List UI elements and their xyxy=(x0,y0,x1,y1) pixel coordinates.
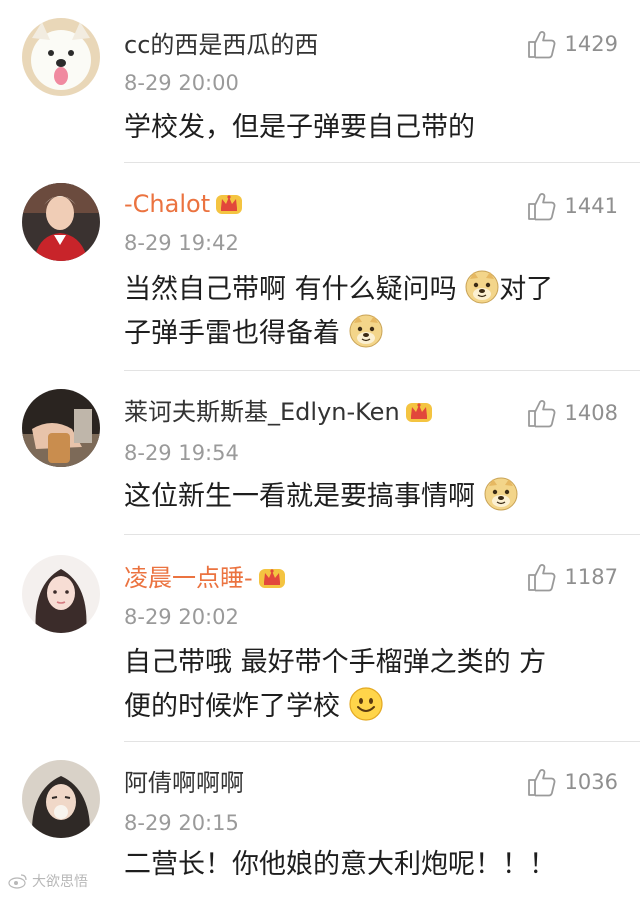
comment-text: 这位新生一看就是要搞事情啊 xyxy=(124,475,614,519)
username[interactable]: -Chalot xyxy=(124,189,244,219)
crown-icon xyxy=(404,398,434,424)
doge-emoji xyxy=(465,270,499,304)
comment-text-line: 当然自己带啊 有什么疑问吗 对了 xyxy=(124,268,614,312)
divider xyxy=(124,370,640,371)
avatar[interactable] xyxy=(22,760,100,838)
watermark: 大欲思悟 xyxy=(8,871,88,891)
thumbs-up-icon[interactable] xyxy=(525,766,557,798)
username-text[interactable]: 阿倩啊啊啊 xyxy=(124,769,244,797)
divider xyxy=(124,534,640,535)
username[interactable]: 阿倩啊啊啊 xyxy=(124,768,244,798)
comment-text: 二营长！你他娘的意大利炮呢！！！ xyxy=(124,843,614,887)
username-text[interactable]: -Chalot xyxy=(124,190,210,218)
username[interactable]: 莱诃夫斯斯基_Edlyn-Ken xyxy=(124,397,434,427)
comment-text-line: 自己带哦 最好带个手榴弹之类的 方 xyxy=(124,647,547,678)
comment-text-fragment: 便的时候炸了学校 xyxy=(124,691,340,722)
thumbs-up-icon[interactable] xyxy=(525,397,557,429)
like-button[interactable]: 1429 xyxy=(525,28,618,60)
like-count: 1187 xyxy=(564,565,618,589)
divider xyxy=(124,741,640,742)
comment-text-line: 这位新生一看就是要搞事情啊 xyxy=(124,481,475,512)
crown-icon xyxy=(257,564,287,590)
like-button[interactable]: 1036 xyxy=(525,766,618,798)
comment-text-line: 学校发，但是子弹要自己带的 xyxy=(124,112,475,143)
avatar[interactable] xyxy=(22,183,100,261)
comment-text-line: 便的时候炸了学校 xyxy=(124,685,614,729)
thumbs-up-icon[interactable] xyxy=(525,190,557,222)
timestamp: 8-29 20:00 xyxy=(124,71,239,95)
timestamp: 8-29 19:54 xyxy=(124,441,239,465)
thumbs-up-icon[interactable] xyxy=(525,561,557,593)
doge-emoji xyxy=(349,314,383,348)
username[interactable]: 凌晨一点睡- xyxy=(124,563,287,593)
timestamp: 8-29 20:15 xyxy=(124,811,239,835)
comment-text-fragment: 当然自己带啊 有什么疑问吗 xyxy=(124,274,457,305)
like-button[interactable]: 1187 xyxy=(525,561,618,593)
crown-icon xyxy=(214,190,244,216)
comment-text-fragment: 对了 xyxy=(499,274,554,305)
comment-text: 当然自己带啊 有什么疑问吗 对了 子弹手雷也得备着 xyxy=(124,268,614,356)
comment-text-fragment: 子弹手雷也得备着 xyxy=(124,318,340,349)
like-count: 1429 xyxy=(564,32,618,56)
divider xyxy=(124,162,640,163)
comment-text: 自己带哦 最好带个手榴弹之类的 方 便的时候炸了学校 xyxy=(124,641,614,729)
like-button[interactable]: 1441 xyxy=(525,190,618,222)
comment-text: 学校发，但是子弹要自己带的 xyxy=(124,106,614,150)
username-text[interactable]: 凌晨一点睡- xyxy=(124,564,253,592)
username[interactable]: cc的西是西瓜的西 xyxy=(124,30,318,60)
thumbs-up-icon[interactable] xyxy=(525,28,557,60)
doge-emoji xyxy=(484,477,518,511)
weibo-logo-icon xyxy=(8,874,27,889)
comment-text-line: 二营长！你他娘的意大利炮呢！！！ xyxy=(124,849,556,880)
like-button[interactable]: 1408 xyxy=(525,397,618,429)
like-count: 1036 xyxy=(564,770,618,794)
avatar[interactable] xyxy=(22,18,100,96)
username-text[interactable]: cc的西是西瓜的西 xyxy=(124,31,318,59)
watermark-text: 大欲思悟 xyxy=(32,874,88,890)
username-text[interactable]: 莱诃夫斯斯基_Edlyn-Ken xyxy=(124,398,400,426)
timestamp: 8-29 19:42 xyxy=(124,231,239,255)
smile-emoji xyxy=(349,687,383,721)
avatar[interactable] xyxy=(22,389,100,467)
like-count: 1408 xyxy=(564,401,618,425)
timestamp: 8-29 20:02 xyxy=(124,605,239,629)
comment-text-line: 子弹手雷也得备着 xyxy=(124,312,614,356)
avatar[interactable] xyxy=(22,555,100,633)
like-count: 1441 xyxy=(564,194,618,218)
